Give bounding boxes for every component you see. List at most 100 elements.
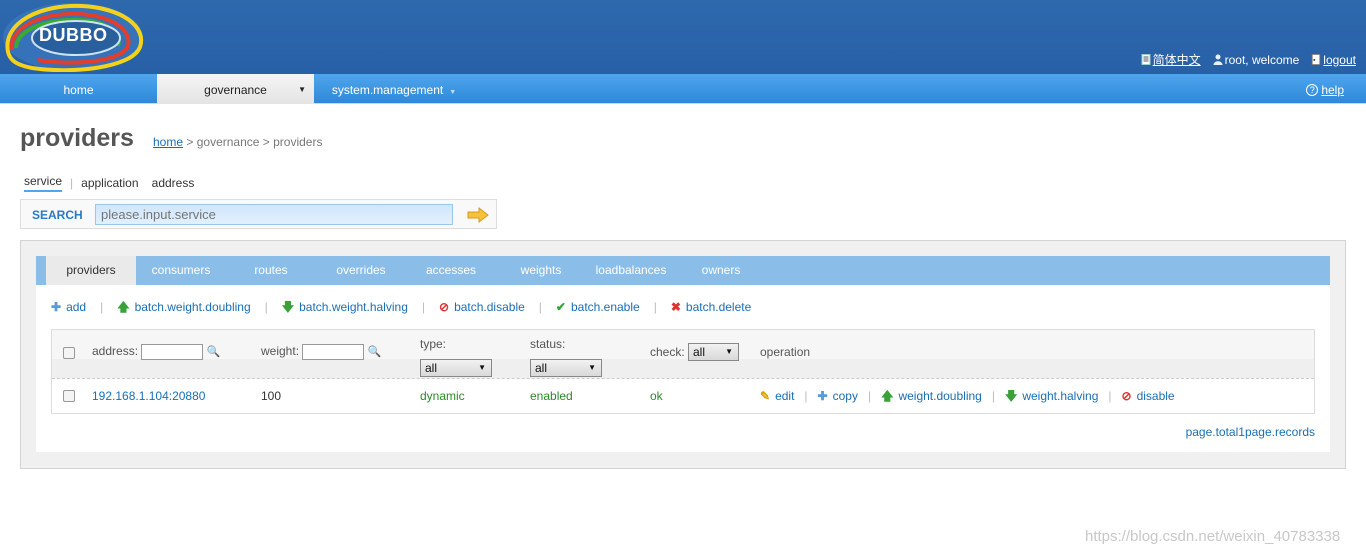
search-icon[interactable]: 🔍 bbox=[368, 346, 382, 358]
disable-icon: ⊘ bbox=[439, 300, 450, 314]
main-nav: home governance ▼ system.management ▼ ? h… bbox=[0, 74, 1366, 104]
search-tab-address[interactable]: address bbox=[152, 176, 195, 190]
status-header: status: bbox=[530, 337, 566, 351]
logo-text: DUBBO bbox=[39, 25, 108, 45]
caret-down-icon: ▼ bbox=[588, 363, 596, 372]
pencil-icon: ✎ bbox=[760, 389, 771, 403]
top-header: DUBBO 简体中文 root, welcome logout bbox=[0, 0, 1366, 74]
language-link-text[interactable]: 简体中文 bbox=[1153, 51, 1201, 68]
row-status: enabled bbox=[530, 389, 573, 403]
divider: | bbox=[1108, 389, 1112, 403]
address-filter-input[interactable] bbox=[141, 344, 204, 360]
edit-button[interactable]: ✎ edit bbox=[760, 389, 794, 403]
panel-inner: providers consumers routes overrides acc… bbox=[36, 256, 1330, 452]
add-button[interactable]: ✚ add bbox=[51, 300, 86, 314]
disable-icon: ⊘ bbox=[1121, 389, 1132, 403]
edit-label: edit bbox=[775, 389, 795, 403]
check-header: check: bbox=[650, 345, 685, 359]
address-filter: address: 🔍 bbox=[92, 344, 220, 360]
logout-link[interactable]: logout bbox=[1311, 53, 1356, 67]
tab-consumers[interactable]: consumers bbox=[136, 256, 226, 285]
batch-weight-halving-button[interactable]: 🡇 batch.weight.halving bbox=[282, 300, 408, 314]
batch-delete-label: batch.delete bbox=[685, 300, 752, 314]
arrow-right-icon[interactable] bbox=[467, 207, 489, 223]
welcome-user: root, welcome bbox=[1213, 53, 1299, 67]
weight-filter-input[interactable] bbox=[302, 344, 365, 360]
table-row: 192.168.1.104:20880 100 dynamic enabled … bbox=[52, 379, 1314, 413]
tab-loadbalances[interactable]: loadbalances bbox=[586, 256, 676, 285]
check-select[interactable]: all ▼ bbox=[688, 343, 739, 361]
divider: | bbox=[867, 389, 872, 403]
tab-owners[interactable]: owners bbox=[676, 256, 766, 285]
divider: | bbox=[653, 300, 657, 314]
batch-weight-doubling-button[interactable]: 🡅 batch.weight.doubling bbox=[117, 300, 250, 314]
divider: | bbox=[421, 300, 425, 314]
caret-down-icon: ▼ bbox=[725, 347, 733, 356]
delete-icon: ✖ bbox=[670, 300, 681, 314]
select-all-checkbox[interactable] bbox=[63, 347, 75, 359]
help-link-text[interactable]: help bbox=[1321, 74, 1344, 106]
type-select-value: all bbox=[425, 361, 438, 375]
tab-providers[interactable]: providers bbox=[46, 256, 136, 285]
weight-doubling-button[interactable]: 🡅 weight.doubling bbox=[881, 389, 982, 403]
status-select[interactable]: all ▼ bbox=[530, 359, 602, 377]
divider: | bbox=[264, 300, 268, 314]
nav-home[interactable]: home bbox=[0, 74, 157, 104]
page-title: providers bbox=[20, 124, 134, 152]
weight-header: weight: bbox=[261, 344, 300, 359]
disable-button[interactable]: ⊘ disable bbox=[1122, 389, 1175, 403]
search-tab-application[interactable]: application bbox=[81, 176, 138, 190]
divider: | bbox=[538, 300, 542, 314]
help-icon: ? bbox=[1306, 84, 1319, 96]
weight-filter: weight: 🔍 bbox=[261, 344, 381, 360]
copy-label: copy bbox=[832, 389, 858, 403]
batch-delete-button[interactable]: ✖ batch.delete bbox=[671, 300, 751, 314]
tab-weights[interactable]: weights bbox=[496, 256, 586, 285]
add-label: add bbox=[66, 300, 87, 314]
batch-disable-button[interactable]: ⊘ batch.disable bbox=[439, 300, 525, 314]
check-icon: ✔ bbox=[555, 300, 566, 314]
help-link[interactable]: ? help bbox=[1306, 74, 1344, 106]
document-icon bbox=[1141, 54, 1151, 65]
caret-down-icon: ▼ bbox=[478, 363, 486, 372]
copy-button[interactable]: ✚ copy bbox=[818, 389, 858, 403]
arrow-up-icon: 🡅 bbox=[881, 389, 894, 403]
tab-accesses[interactable]: accesses bbox=[406, 256, 496, 285]
address-header: address: bbox=[92, 344, 139, 359]
divider: | bbox=[991, 389, 995, 403]
plus-icon: ✚ bbox=[51, 300, 62, 314]
breadcrumb-home[interactable]: home bbox=[153, 135, 183, 149]
search-tab-service[interactable]: service bbox=[24, 174, 63, 192]
nav-system-management[interactable]: system.management ▼ bbox=[314, 74, 474, 104]
tab-overrides[interactable]: overrides bbox=[316, 256, 406, 285]
nav-system-management-label: system.management bbox=[331, 83, 444, 97]
arrow-up-icon: 🡅 bbox=[117, 300, 130, 314]
dubbo-logo: DUBBO bbox=[2, 2, 144, 73]
breadcrumb-rest: > governance > providers bbox=[186, 135, 323, 149]
row-type: dynamic bbox=[420, 389, 465, 403]
weight-halving-button[interactable]: 🡇 weight.halving bbox=[1005, 389, 1098, 403]
spacer: | bbox=[144, 176, 147, 190]
row-address[interactable]: 192.168.1.104:20880 bbox=[92, 389, 205, 403]
arrow-down-icon: 🡇 bbox=[1004, 389, 1018, 403]
search-input[interactable] bbox=[95, 204, 453, 225]
batch-enable-button[interactable]: ✔ batch.enable bbox=[556, 300, 640, 314]
row-checkbox[interactable] bbox=[63, 390, 75, 402]
search-label: SEARCH bbox=[32, 208, 83, 222]
divider: | bbox=[804, 389, 808, 403]
providers-panel: providers consumers routes overrides acc… bbox=[20, 240, 1346, 469]
weight-halving-label: weight.halving bbox=[1022, 389, 1099, 403]
language-link[interactable]: 简体中文 bbox=[1141, 51, 1201, 68]
nav-governance[interactable]: governance ▼ bbox=[157, 74, 314, 104]
weight-doubling-label: weight.doubling bbox=[898, 389, 982, 403]
nav-governance-label: governance bbox=[204, 83, 267, 97]
user-links: 简体中文 root, welcome logout bbox=[1141, 51, 1356, 68]
logout-icon bbox=[1312, 54, 1321, 65]
batch-disable-label: batch.disable bbox=[454, 300, 525, 314]
check-select-value: all bbox=[693, 345, 706, 359]
logout-link-text[interactable]: logout bbox=[1323, 53, 1356, 67]
panel-tabs: providers consumers routes overrides acc… bbox=[36, 256, 1330, 285]
search-icon[interactable]: 🔍 bbox=[207, 346, 221, 358]
tab-routes[interactable]: routes bbox=[226, 256, 316, 285]
type-select[interactable]: all ▼ bbox=[420, 359, 492, 377]
